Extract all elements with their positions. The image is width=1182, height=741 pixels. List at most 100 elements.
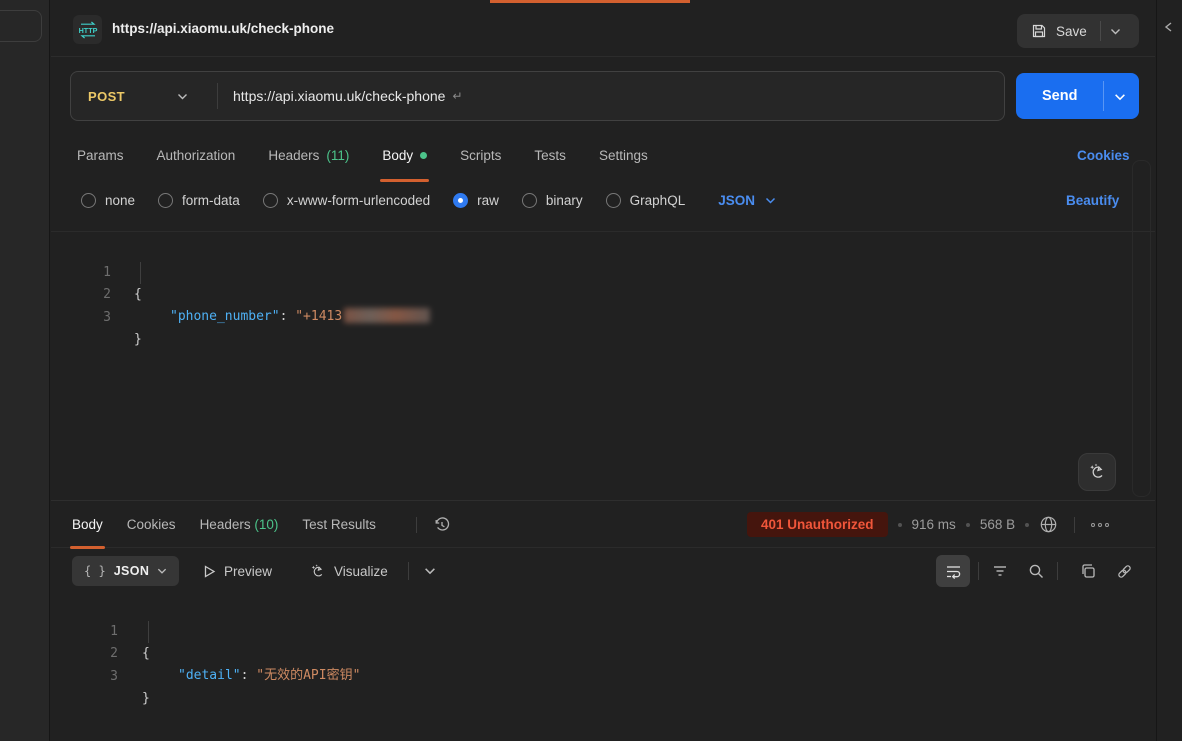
indent-guide bbox=[148, 621, 149, 643]
wrap-text-button[interactable] bbox=[936, 555, 970, 587]
chevron-down-icon bbox=[765, 195, 776, 206]
editor-scrollbar-track[interactable] bbox=[1132, 160, 1151, 497]
radio-none[interactable]: none bbox=[81, 193, 135, 208]
response-tab-headers[interactable]: Headers (10) bbox=[200, 517, 279, 532]
header-divider bbox=[416, 517, 417, 533]
separator-dot bbox=[898, 523, 902, 527]
json-key: "detail" bbox=[178, 668, 241, 683]
toolbar-divider bbox=[408, 562, 409, 580]
radio-circle-icon bbox=[263, 193, 278, 208]
main-panel: HTTP https://api.xiaomu.uk/check-phone S… bbox=[51, 0, 1155, 741]
raw-language-dropdown[interactable]: JSON bbox=[718, 193, 776, 208]
request-body-editor[interactable]: 1 { 2 "phone_number": "+1413 3 } bbox=[51, 236, 1155, 500]
url-input[interactable]: https://api.xiaomu.uk/check-phone bbox=[233, 88, 445, 104]
braces-icon: { } bbox=[84, 564, 106, 578]
save-split-divider bbox=[1100, 21, 1101, 41]
play-icon bbox=[203, 565, 216, 578]
cookies-link[interactable]: Cookies bbox=[1077, 136, 1130, 174]
network-globe-icon[interactable] bbox=[1039, 515, 1058, 534]
response-status-group: 401 Unauthorized 916 ms 568 B bbox=[747, 501, 1109, 548]
app-window: HTTP https://api.xiaomu.uk/check-phone S… bbox=[0, 0, 1182, 741]
code-line: 3 } bbox=[51, 285, 114, 307]
request-tab-bar: Params Authorization Headers(11) Body Sc… bbox=[77, 136, 681, 174]
sidebar-partial-panel bbox=[0, 10, 42, 42]
copy-icon[interactable] bbox=[1075, 558, 1101, 584]
separator-dot bbox=[966, 523, 970, 527]
send-options-chevron-icon[interactable] bbox=[1114, 90, 1126, 108]
radio-raw[interactable]: raw bbox=[453, 193, 499, 208]
radio-graphql[interactable]: GraphQL bbox=[606, 193, 686, 208]
right-collapsed-sidebar bbox=[1156, 0, 1182, 741]
code-line: 1 { bbox=[51, 599, 114, 621]
radio-circle-icon bbox=[606, 193, 621, 208]
response-tab-body[interactable]: Body bbox=[72, 517, 103, 532]
response-size: 568 B bbox=[980, 517, 1015, 532]
response-format-dropdown[interactable]: { } JSON bbox=[72, 556, 179, 586]
tab-body[interactable]: Body bbox=[382, 148, 427, 163]
response-toolbar: { } JSON Preview Visualize bbox=[51, 552, 1155, 592]
radio-form-data[interactable]: form-data bbox=[158, 193, 240, 208]
postbot-ai-button[interactable] bbox=[1078, 453, 1116, 491]
radio-x-www-form-urlencoded[interactable]: x-www-form-urlencoded bbox=[263, 193, 430, 208]
response-body-editor[interactable]: 1 { 2 "detail": "无效的API密钥" 3 } bbox=[51, 598, 1155, 741]
tab-authorization[interactable]: Authorization bbox=[157, 148, 236, 163]
collapse-arrow-icon[interactable] bbox=[1163, 20, 1175, 38]
send-button[interactable]: Send bbox=[1016, 73, 1139, 119]
method-selector[interactable]: POST bbox=[88, 89, 125, 104]
more-options-icon[interactable] bbox=[1091, 523, 1109, 527]
preview-button[interactable]: Preview bbox=[203, 556, 272, 586]
svg-text:HTTP: HTTP bbox=[78, 25, 97, 34]
request-title: https://api.xiaomu.uk/check-phone bbox=[112, 0, 334, 57]
method-url-bar: POST https://api.xiaomu.uk/check-phone ↵ bbox=[70, 71, 1005, 121]
response-tab-bar: Body Cookies Headers (10) Test Results bbox=[72, 501, 451, 548]
response-header: Body Cookies Headers (10) Test Results 4… bbox=[51, 501, 1155, 548]
beautify-link[interactable]: Beautify bbox=[1066, 185, 1119, 215]
editor-top-border bbox=[51, 231, 1155, 232]
tab-params[interactable]: Params bbox=[77, 148, 124, 163]
radio-circle-icon bbox=[522, 193, 537, 208]
toolbar-chevron-down-icon[interactable] bbox=[417, 558, 443, 584]
save-button[interactable]: Save bbox=[1017, 14, 1139, 48]
wrap-text-icon bbox=[945, 563, 962, 580]
method-chevron-icon[interactable] bbox=[177, 91, 188, 102]
tab-scripts[interactable]: Scripts bbox=[460, 148, 501, 163]
chevron-down-icon bbox=[157, 566, 167, 576]
visualize-button[interactable]: Visualize bbox=[309, 556, 388, 586]
filter-icon[interactable] bbox=[987, 558, 1013, 584]
visualize-wand-icon bbox=[309, 563, 326, 580]
toolbar-divider bbox=[978, 562, 979, 580]
left-sidebar bbox=[0, 0, 50, 741]
link-icon[interactable] bbox=[1111, 558, 1137, 584]
save-options-chevron-icon[interactable] bbox=[1110, 26, 1121, 37]
response-tab-cookies[interactable]: Cookies bbox=[127, 517, 176, 532]
radio-circle-icon bbox=[81, 193, 96, 208]
json-string-value: "+1413 bbox=[295, 309, 342, 324]
search-icon[interactable] bbox=[1023, 558, 1049, 584]
response-tab-test-results[interactable]: Test Results bbox=[302, 517, 376, 532]
http-method-icon: HTTP bbox=[73, 15, 102, 44]
code-line: 1 { bbox=[51, 240, 114, 262]
radio-selected-icon bbox=[453, 193, 468, 208]
code-line: 3 } bbox=[51, 644, 114, 666]
radio-circle-icon bbox=[158, 193, 173, 208]
send-split-divider bbox=[1103, 81, 1104, 111]
code-line: 2 "phone_number": "+1413 bbox=[51, 262, 114, 284]
response-history-icon[interactable] bbox=[433, 516, 451, 534]
headers-count: (11) bbox=[326, 148, 349, 163]
radio-binary[interactable]: binary bbox=[522, 193, 583, 208]
status-badge: 401 Unauthorized bbox=[747, 512, 888, 537]
json-key: "phone_number" bbox=[170, 309, 280, 324]
body-type-selector: none form-data x-www-form-urlencoded raw… bbox=[81, 185, 776, 215]
save-label: Save bbox=[1056, 24, 1087, 39]
tab-tests[interactable]: Tests bbox=[534, 148, 566, 163]
response-headers-count: (10) bbox=[254, 517, 278, 532]
toolbar-divider bbox=[1057, 562, 1058, 580]
postbot-icon bbox=[1087, 462, 1107, 482]
code-line: 2 "detail": "无效的API密钥" bbox=[51, 621, 114, 643]
method-url-divider bbox=[217, 83, 218, 109]
indent-guide bbox=[140, 262, 141, 284]
redacted-phone-blur bbox=[344, 308, 430, 323]
request-title-bar: HTTP https://api.xiaomu.uk/check-phone S… bbox=[51, 0, 1155, 57]
tab-headers[interactable]: Headers(11) bbox=[268, 148, 349, 163]
tab-settings[interactable]: Settings bbox=[599, 148, 648, 163]
